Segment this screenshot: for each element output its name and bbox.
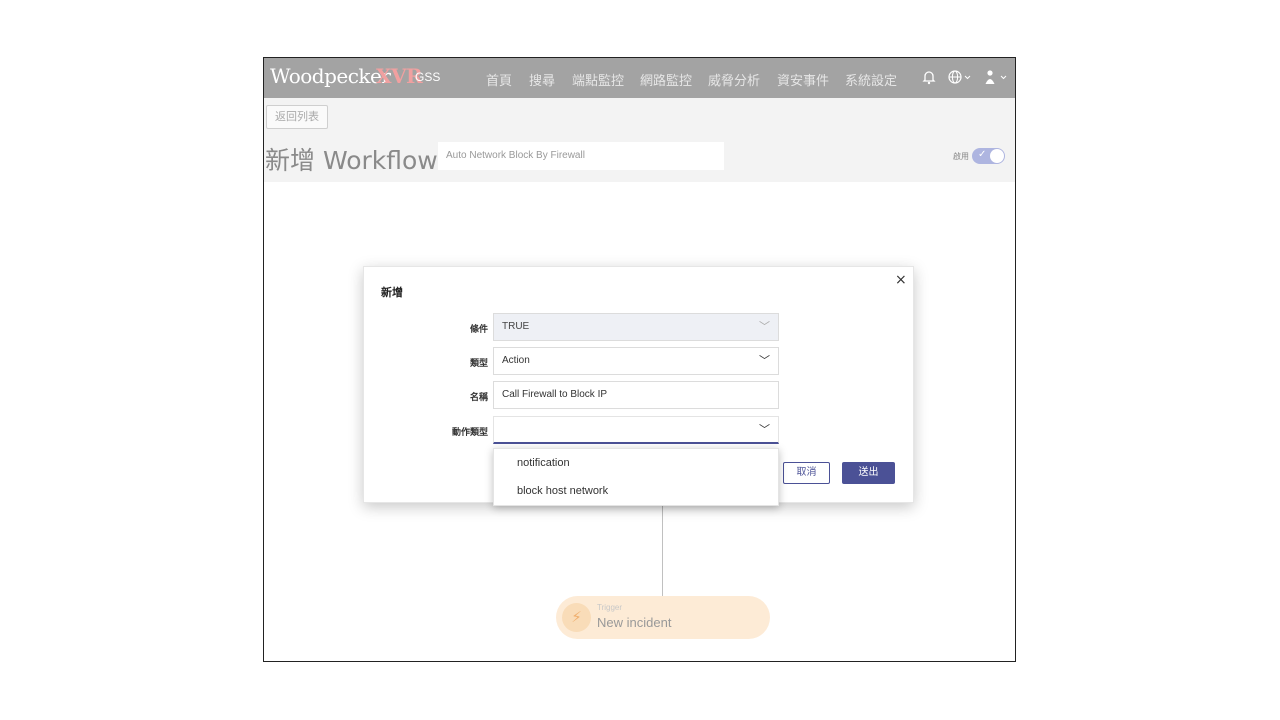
action-type-select[interactable]: ﹀ xyxy=(493,416,779,444)
condition-value: TRUE xyxy=(502,321,530,332)
workflow-header: 返回列表 新增 Workflow Auto Network Block By F… xyxy=(264,98,1015,182)
type-value: Action xyxy=(502,355,530,366)
nav-security-events[interactable]: 資安事件 xyxy=(777,70,829,89)
nav-threat-analysis[interactable]: 威脅分析 xyxy=(708,70,760,89)
nav-network-monitor[interactable]: 網路監控 xyxy=(640,70,692,89)
app-window: Woodpecker XVR GSS 首頁 搜尋 端點監控 網路監控 威脅分析 … xyxy=(263,57,1016,662)
bell-icon[interactable] xyxy=(920,68,938,86)
name-value: Call Firewall to Block IP xyxy=(502,389,608,400)
nav-system-settings[interactable]: 系統設定 xyxy=(845,70,897,89)
condition-label: 條件 xyxy=(469,325,488,335)
globe-icon[interactable] xyxy=(947,68,971,86)
chevron-down-icon: ﹀ xyxy=(759,424,770,436)
modal-title: 新增 xyxy=(381,286,403,299)
name-label: 名稱 xyxy=(469,393,488,403)
chevron-down-icon: ﹀ xyxy=(759,321,770,333)
action-type-label: 動作類型 xyxy=(451,428,488,438)
check-icon: ✓ xyxy=(978,149,987,160)
workflow-connector xyxy=(662,503,663,598)
type-select[interactable]: Action ﹀ xyxy=(493,347,779,375)
submit-button[interactable]: 送出 xyxy=(842,462,895,484)
back-to-list-button[interactable]: 返回列表 xyxy=(266,105,328,129)
logo-text: Woodpecker xyxy=(270,64,391,88)
dropdown-option-notification[interactable]: notification xyxy=(517,457,570,469)
dropdown-option-block-host-network[interactable]: block host network xyxy=(517,485,608,497)
nav-search[interactable]: 搜尋 xyxy=(529,70,555,89)
trigger-label: Trigger xyxy=(597,603,623,612)
close-icon[interactable]: × xyxy=(895,272,907,288)
nav-home[interactable]: 首頁 xyxy=(486,70,512,89)
trigger-node[interactable]: ⚡ Trigger New incident xyxy=(556,596,770,639)
cancel-button[interactable]: 取消 xyxy=(783,462,830,484)
product-name: GSS xyxy=(415,70,441,84)
top-nav-bar: Woodpecker XVR GSS 首頁 搜尋 端點監控 網路監控 威脅分析 … xyxy=(264,58,1015,98)
enable-label: 啟用 xyxy=(953,152,969,161)
page-title: 新增 Workflow xyxy=(265,146,438,175)
action-type-dropdown: notification block host network xyxy=(493,448,779,506)
user-icon[interactable] xyxy=(982,68,1007,86)
nav-endpoint-monitor[interactable]: 端點監控 xyxy=(572,70,624,89)
condition-select: TRUE ﹀ xyxy=(493,313,779,341)
chevron-down-icon: ﹀ xyxy=(759,355,770,367)
name-input[interactable]: Call Firewall to Block IP xyxy=(493,381,779,409)
type-label: 類型 xyxy=(469,359,488,369)
trigger-value: New incident xyxy=(597,615,672,630)
toggle-knob xyxy=(990,149,1004,163)
enable-toggle[interactable]: ✓ xyxy=(972,148,1005,164)
workflow-name-input[interactable]: Auto Network Block By Firewall xyxy=(438,142,724,170)
lightning-icon: ⚡ xyxy=(562,603,591,632)
